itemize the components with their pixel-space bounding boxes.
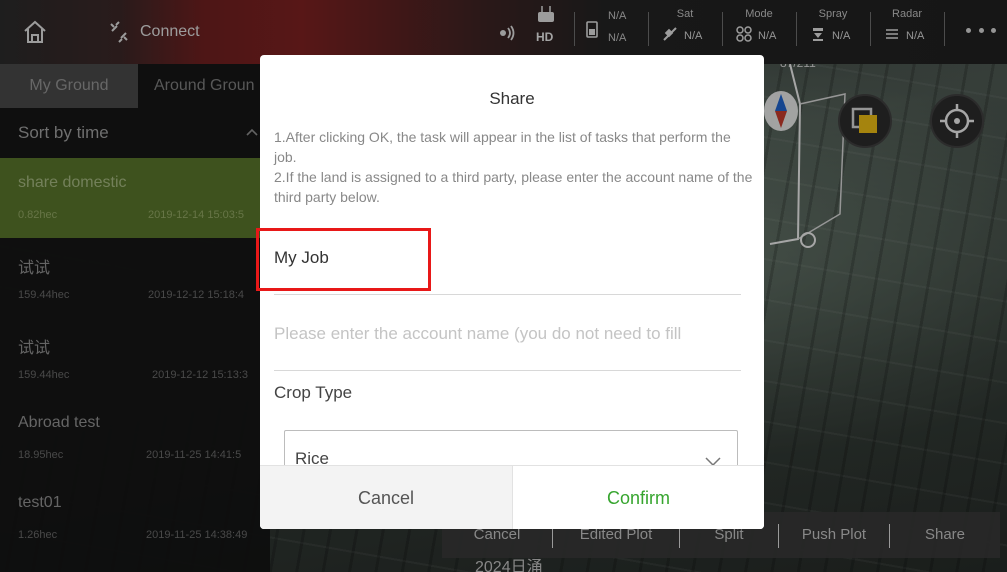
- account-name-input[interactable]: [274, 319, 744, 349]
- crop-type-label: Crop Type: [274, 383, 353, 402]
- dialog-footer: Cancel Confirm: [260, 465, 764, 529]
- dialog-desc-line-2: 2.If the land is assigned to a third par…: [274, 169, 753, 205]
- cancel-button[interactable]: Cancel: [260, 466, 512, 529]
- dialog-description: 1.After clicking OK, the task will appea…: [274, 127, 754, 207]
- dialog-desc-line-1: 1.After clicking OK, the task will appea…: [274, 129, 731, 165]
- share-dialog: Share 1.After clicking OK, the task will…: [260, 55, 764, 529]
- confirm-button[interactable]: Confirm: [512, 466, 764, 529]
- job-name-field[interactable]: My Job: [274, 248, 329, 268]
- dialog-title: Share: [489, 89, 535, 108]
- field-divider: [274, 370, 741, 371]
- field-divider: [274, 294, 741, 295]
